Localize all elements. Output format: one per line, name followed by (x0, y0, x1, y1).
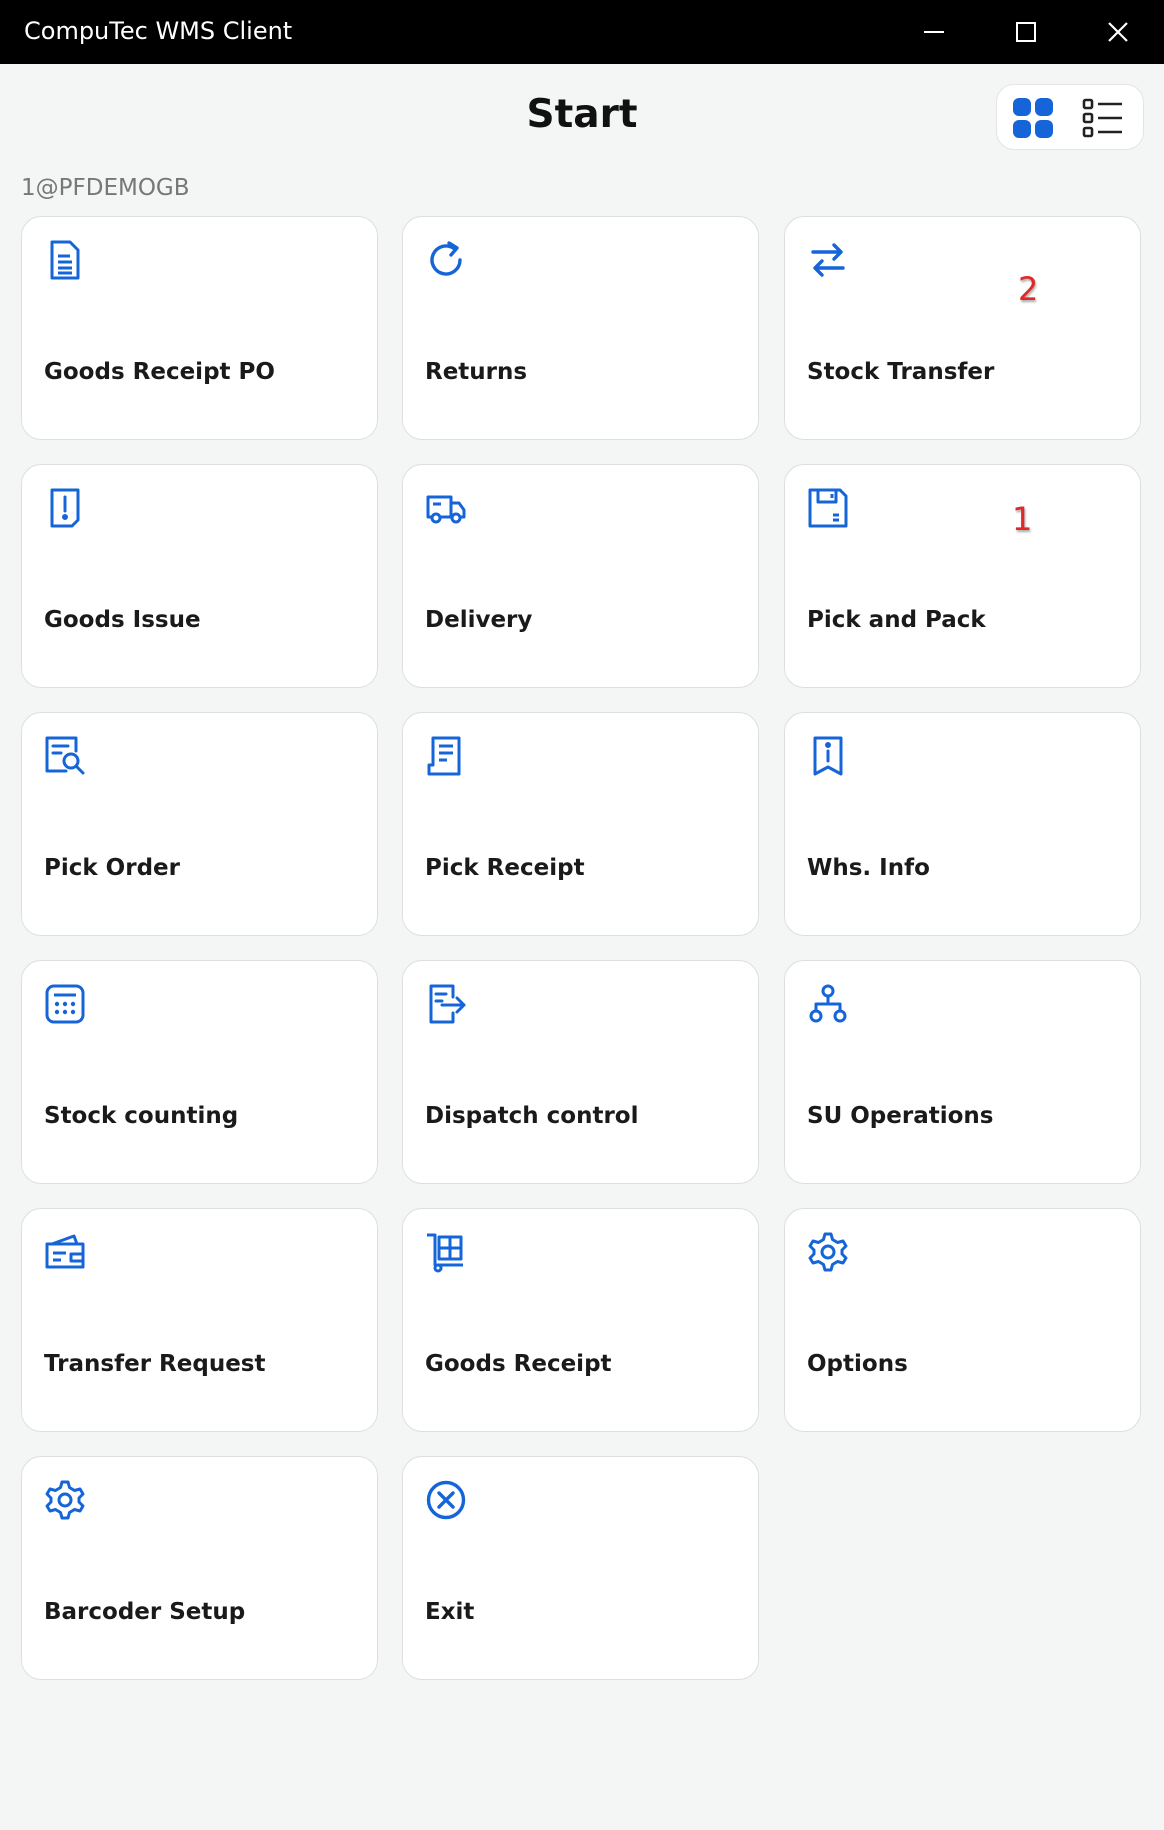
hierarchy-icon (807, 983, 849, 1025)
maximize-icon (1016, 22, 1036, 42)
tile-label: Goods Issue (44, 607, 201, 633)
tile-label: Returns (425, 359, 528, 385)
tile-label: Dispatch control (425, 1103, 639, 1129)
gear-icon (44, 1479, 86, 1521)
refresh-icon (425, 239, 467, 281)
tile-options[interactable]: Options (784, 1208, 1141, 1432)
tile-label: Goods Receipt PO (44, 359, 275, 385)
calculator-icon (44, 983, 86, 1025)
tile-transfer-request[interactable]: Transfer Request (21, 1208, 378, 1432)
tile-label: Exit (425, 1599, 475, 1625)
gear-icon (807, 1231, 849, 1273)
receipt-icon (425, 735, 467, 777)
close-button[interactable] (1078, 0, 1158, 64)
tile-pick-order[interactable]: Pick Order (21, 712, 378, 936)
user-database-label: 1@PFDEMOGB (21, 175, 190, 201)
tile-label: Barcoder Setup (44, 1599, 246, 1625)
window-title: CompuTec WMS Client (24, 17, 293, 45)
document-info-icon (807, 735, 849, 777)
minimize-icon (924, 31, 944, 33)
floppy-disk-icon (807, 487, 849, 529)
view-toggle (996, 84, 1144, 150)
tile-barcoder-setup[interactable]: Barcoder Setup (21, 1456, 378, 1680)
tile-label: Pick Order (44, 855, 180, 881)
annotation-marker: 1 (1012, 500, 1033, 538)
tile-label: SU Operations (807, 1103, 994, 1129)
tile-label: Pick Receipt (425, 855, 585, 881)
tile-su-operations[interactable]: SU Operations (784, 960, 1141, 1184)
tile-label: Options (807, 1351, 908, 1377)
annotation-marker: 2 (1018, 270, 1039, 308)
document-alert-icon (44, 487, 86, 529)
document-search-icon (44, 735, 86, 777)
tile-stock-counting[interactable]: Stock counting (21, 960, 378, 1184)
tile-goods-receipt-po[interactable]: Goods Receipt PO (21, 216, 378, 440)
tile-stock-transfer[interactable]: Stock Transfer (784, 216, 1141, 440)
tile-label: Whs. Info (807, 855, 930, 881)
list-view-icon (1082, 98, 1122, 138)
maximize-button[interactable] (986, 0, 1066, 64)
tile-goods-issue[interactable]: Goods Issue (21, 464, 378, 688)
close-circle-icon (425, 1479, 467, 1521)
grid-view-icon (1013, 98, 1053, 138)
tile-dispatch-control[interactable]: Dispatch control (402, 960, 759, 1184)
grid-view-button[interactable] (1009, 95, 1057, 141)
page-title: Start (526, 92, 638, 137)
minimize-button[interactable] (894, 0, 974, 64)
tile-returns[interactable]: Returns (402, 216, 759, 440)
tile-goods-receipt[interactable]: Goods Receipt (402, 1208, 759, 1432)
document-export-icon (425, 983, 467, 1025)
tile-label: Delivery (425, 607, 533, 633)
tile-label: Goods Receipt (425, 1351, 612, 1377)
tile-pick-and-pack[interactable]: Pick and Pack (784, 464, 1141, 688)
close-icon (1108, 22, 1128, 42)
hand-truck-icon (425, 1231, 467, 1273)
transfer-arrows-icon (807, 239, 849, 281)
wallet-icon (44, 1231, 86, 1273)
tile-pick-receipt[interactable]: Pick Receipt (402, 712, 759, 936)
tile-exit[interactable]: Exit (402, 1456, 759, 1680)
tile-whs-info[interactable]: Whs. Info (784, 712, 1141, 936)
truck-icon (425, 487, 467, 529)
tile-label: Transfer Request (44, 1351, 266, 1377)
tile-label: Stock Transfer (807, 359, 995, 385)
tile-delivery[interactable]: Delivery (402, 464, 759, 688)
tile-label: Pick and Pack (807, 607, 986, 633)
list-view-button[interactable] (1079, 95, 1127, 141)
document-icon (44, 239, 86, 281)
window-titlebar: CompuTec WMS Client (0, 0, 1164, 64)
tile-label: Stock counting (44, 1103, 239, 1129)
